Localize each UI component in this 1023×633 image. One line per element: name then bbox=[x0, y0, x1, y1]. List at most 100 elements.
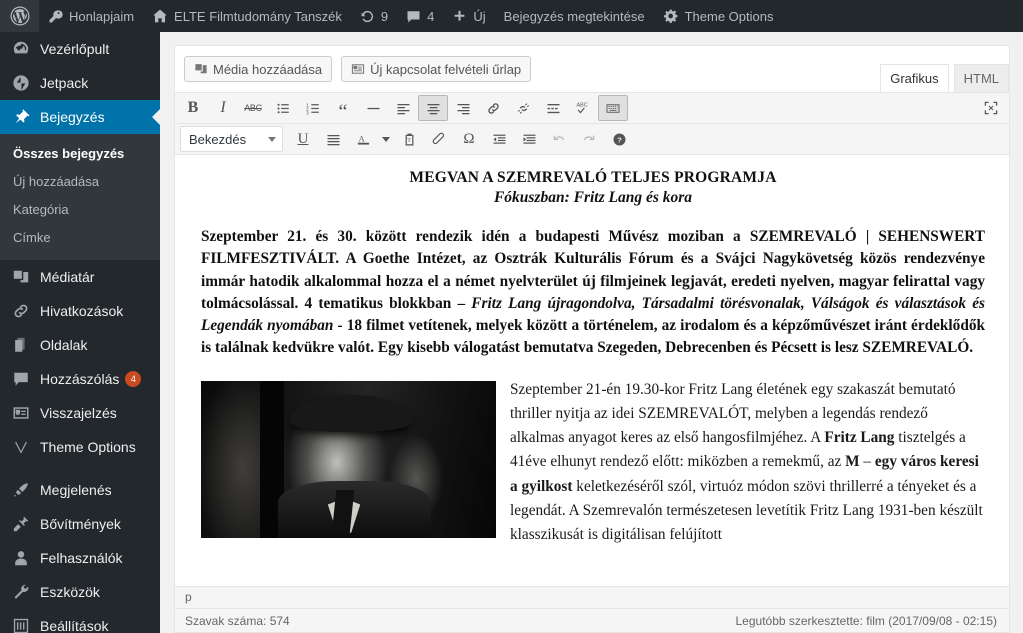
unlink-icon[interactable] bbox=[508, 95, 538, 121]
help-icon[interactable]: ? bbox=[604, 126, 634, 152]
chevron-down-icon bbox=[382, 136, 390, 142]
numbered-list-icon[interactable]: 1 2 3 bbox=[298, 95, 328, 121]
svg-text:3: 3 bbox=[306, 110, 309, 116]
word-count: Szavak száma: 574 bbox=[185, 613, 290, 628]
comments-count: 4 bbox=[427, 8, 435, 24]
indent-icon[interactable] bbox=[514, 126, 544, 152]
plus-icon bbox=[452, 9, 467, 24]
link-icon bbox=[11, 301, 31, 321]
add-media-button[interactable]: Média hozzáadása bbox=[184, 56, 333, 82]
paragraph-format-value: Bekezdés bbox=[189, 131, 247, 147]
align-center-icon[interactable] bbox=[418, 95, 448, 121]
tab-visual[interactable]: Grafikus bbox=[880, 64, 949, 93]
sidebar-item-tags[interactable]: Címke bbox=[0, 224, 160, 252]
redo-icon[interactable] bbox=[574, 126, 604, 152]
sidebar-item-label: Felhasználók bbox=[40, 550, 123, 566]
bold-icon[interactable]: B bbox=[178, 95, 208, 121]
admin-bar-item-my-sites[interactable]: Honlapjaim bbox=[39, 0, 143, 32]
post-image[interactable] bbox=[201, 380, 496, 538]
editor-content-body[interactable]: MEGVAN A SZEMREVALÓ TELJES PROGRAMJA Fók… bbox=[175, 155, 1009, 586]
sidebar-item-posts[interactable]: Bejegyzés bbox=[0, 100, 160, 134]
paragraph-format-select[interactable]: Bekezdés bbox=[180, 126, 283, 152]
strikethrough-icon[interactable]: ABC bbox=[238, 95, 268, 121]
justify-icon[interactable] bbox=[318, 126, 348, 152]
sidebar-item-label: Theme Options bbox=[40, 439, 136, 455]
bullet-list-icon[interactable] bbox=[268, 95, 298, 121]
sidebar-item-pages[interactable]: Oldalak bbox=[0, 328, 160, 362]
pages-icon bbox=[11, 335, 31, 355]
tab-html[interactable]: HTML bbox=[953, 64, 1009, 93]
editor-toolbar-primary: B I ABC 1 2 3 “ ABC bbox=[175, 92, 1009, 124]
svg-text:?: ? bbox=[617, 135, 622, 144]
svg-text:ABC: ABC bbox=[576, 102, 587, 108]
sidebar-item-plugins[interactable]: Bővítmények bbox=[0, 507, 160, 541]
editor-toolbar-secondary: Bekezdés U A T Ω ? bbox=[175, 124, 1009, 155]
theme-v-icon bbox=[11, 437, 31, 457]
sidebar-item-users[interactable]: Felhasználók bbox=[0, 541, 160, 575]
sidebar-item-appearance[interactable]: Megjelenés bbox=[0, 473, 160, 507]
undo-icon[interactable] bbox=[544, 126, 574, 152]
add-contact-form-button[interactable]: Új kapcsolat felvételi űrlap bbox=[341, 56, 532, 82]
sidebar-item-links[interactable]: Hivatkozások bbox=[0, 294, 160, 328]
sidebar-item-jetpack[interactable]: Jetpack bbox=[0, 66, 160, 100]
spellcheck-icon[interactable]: ABC bbox=[568, 95, 598, 121]
editor-status-bar: Szavak száma: 574 Legutóbb szerkesztette… bbox=[175, 608, 1009, 632]
comments-pending-badge: 4 bbox=[125, 371, 142, 387]
post-editor: Média hozzáadása Új kapcsolat felvételi … bbox=[174, 45, 1010, 633]
align-left-icon[interactable] bbox=[388, 95, 418, 121]
tools-icon bbox=[11, 582, 31, 602]
read-more-icon[interactable] bbox=[538, 95, 568, 121]
pin-icon bbox=[11, 107, 31, 127]
body-paragraph: Szeptember 21-én 19.30-kor Fritz Lang él… bbox=[510, 378, 985, 548]
blockquote-icon[interactable]: “ bbox=[328, 95, 358, 122]
text-color-caret-icon[interactable] bbox=[378, 126, 394, 152]
sidebar-item-feedback[interactable]: Visszajelzés bbox=[0, 396, 160, 430]
settings-icon bbox=[11, 616, 31, 633]
kitchen-sink-icon[interactable] bbox=[598, 95, 628, 121]
horizontal-rule-icon[interactable] bbox=[358, 95, 388, 121]
admin-bar-item-comments[interactable]: 4 bbox=[397, 0, 443, 32]
admin-bar-item-updates[interactable]: 9 bbox=[351, 0, 397, 32]
dashboard-icon bbox=[11, 39, 31, 59]
special-character-icon[interactable]: Ω bbox=[454, 126, 484, 152]
admin-bar-label: ELTE Filmtudomány Tanszék bbox=[174, 8, 342, 24]
svg-text:T: T bbox=[407, 138, 411, 144]
comment-icon bbox=[11, 369, 31, 389]
post-title-heading: MEGVAN A SZEMREVALÓ TELJES PROGRAMJA bbox=[409, 169, 777, 186]
sidebar-item-tools[interactable]: Eszközök bbox=[0, 575, 160, 609]
image-with-text-row: Szeptember 21-én 19.30-kor Fritz Lang él… bbox=[201, 378, 985, 548]
sidebar-item-all-posts[interactable]: Összes bejegyzés bbox=[0, 140, 160, 168]
fullscreen-icon[interactable] bbox=[976, 95, 1006, 121]
admin-bar-item-theme-options[interactable]: Theme Options bbox=[654, 0, 783, 32]
clear-formatting-icon[interactable] bbox=[424, 126, 454, 152]
sidebar-item-settings[interactable]: Beállítások bbox=[0, 609, 160, 633]
text-color-icon[interactable]: A bbox=[348, 126, 378, 152]
italic-icon[interactable]: I bbox=[208, 95, 238, 121]
body-bold-2: M bbox=[845, 453, 860, 471]
sidebar-item-categories[interactable]: Kategória bbox=[0, 196, 160, 224]
admin-bar-item-new-content[interactable]: Új bbox=[443, 0, 494, 32]
wordpress-logo-button[interactable] bbox=[0, 0, 39, 32]
sidebar-item-label: Vezérlőpult bbox=[40, 41, 110, 57]
sidebar-item-add-new[interactable]: Új hozzáadása bbox=[0, 168, 160, 196]
home-icon bbox=[152, 8, 168, 24]
sidebar-item-dashboard[interactable]: Vezérlőpult bbox=[0, 32, 160, 66]
jetpack-icon bbox=[11, 73, 31, 93]
paste-as-text-icon[interactable]: T bbox=[394, 126, 424, 152]
last-edited-info: Legutóbb szerkesztette: film (2017/09/08… bbox=[735, 613, 998, 628]
lead-paragraph: Szeptember 21. és 30. között rendezik id… bbox=[201, 226, 985, 360]
admin-bar-item-site-name[interactable]: ELTE Filmtudomány Tanszék bbox=[143, 0, 351, 32]
chevron-down-icon bbox=[268, 136, 276, 142]
admin-bar-item-view-post[interactable]: Bejegyzés megtekintése bbox=[495, 0, 654, 32]
insert-link-icon[interactable] bbox=[478, 95, 508, 121]
underline-icon[interactable]: U bbox=[288, 126, 318, 152]
align-right-icon[interactable] bbox=[448, 95, 478, 121]
svg-text:A: A bbox=[358, 134, 364, 143]
element-path-bar[interactable]: p bbox=[175, 586, 1009, 608]
admin-bar: Honlapjaim ELTE Filmtudomány Tanszék 9 4 bbox=[0, 0, 1023, 32]
outdent-icon[interactable] bbox=[484, 126, 514, 152]
form-icon bbox=[351, 62, 365, 76]
sidebar-item-media[interactable]: Médiatár bbox=[0, 260, 160, 294]
sidebar-item-comments[interactable]: Hozzászólás 4 bbox=[0, 362, 160, 396]
sidebar-item-theme-options[interactable]: Theme Options bbox=[0, 430, 160, 464]
